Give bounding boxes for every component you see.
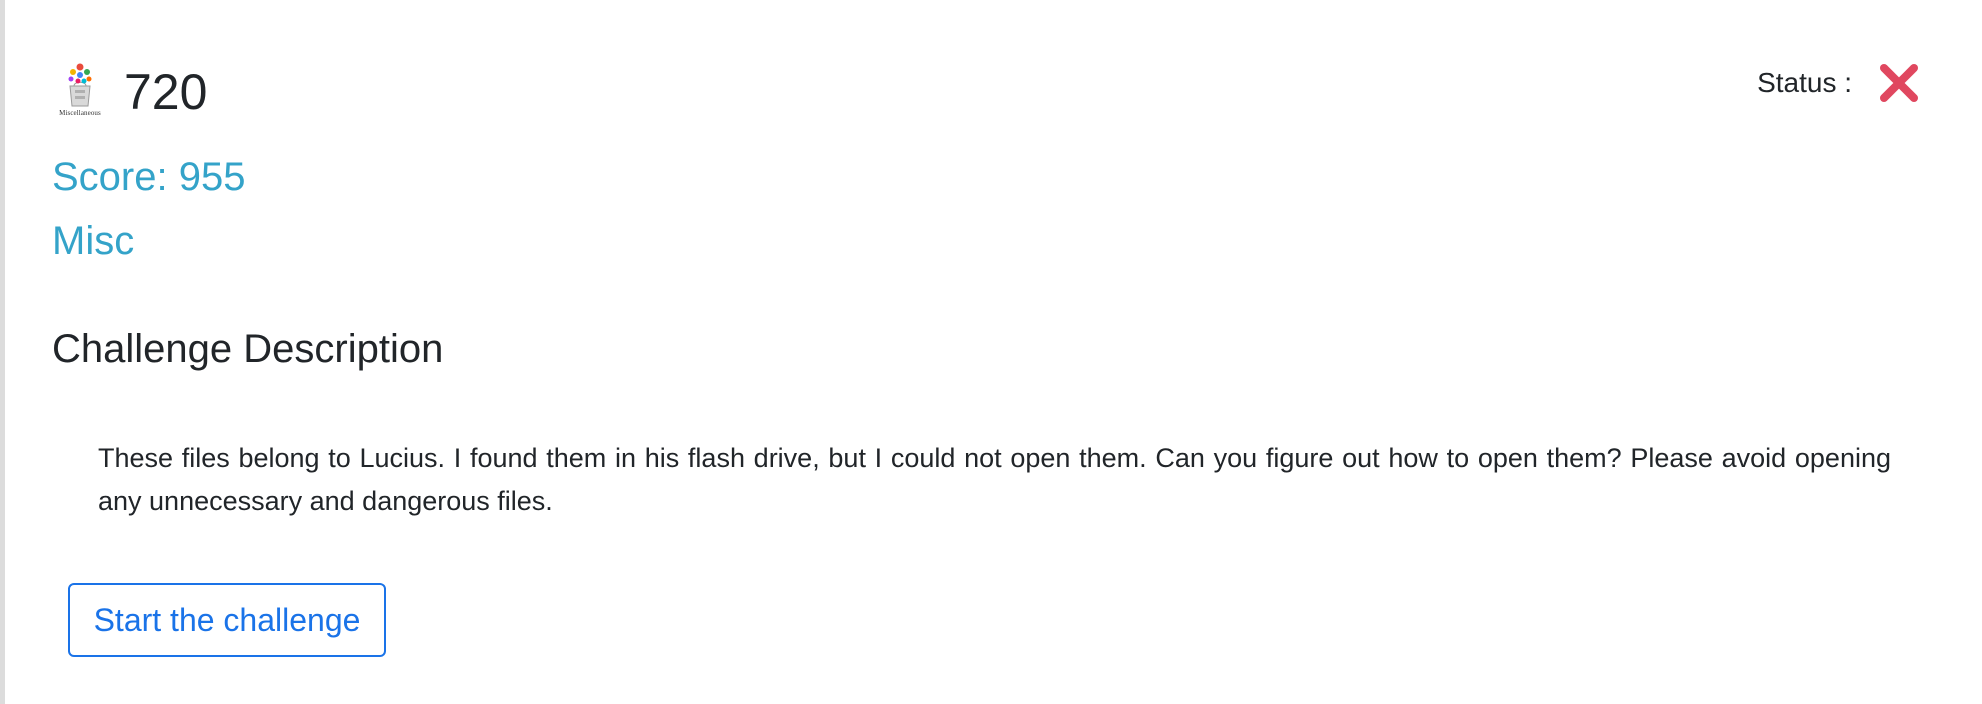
category-icon-caption: Miscellaneous — [59, 109, 101, 117]
miscellaneous-category-icon: Miscellaneous — [52, 62, 108, 122]
close-x-icon — [1878, 62, 1920, 104]
category-label: Misc — [52, 219, 135, 263]
status-indicator: Status : — [1757, 62, 1920, 104]
challenge-description-heading: Challenge Description — [52, 327, 444, 371]
left-border — [0, 0, 5, 704]
score-text: Score: 955 — [52, 155, 246, 199]
challenge-number: 720 — [124, 64, 208, 120]
start-challenge-button[interactable]: Start the challenge — [68, 583, 386, 657]
status-label: Status : — [1757, 67, 1852, 98]
challenge-header: Miscellaneous 720 — [52, 62, 207, 122]
challenge-description-text: These files belong to Lucius. I found th… — [98, 443, 1891, 516]
